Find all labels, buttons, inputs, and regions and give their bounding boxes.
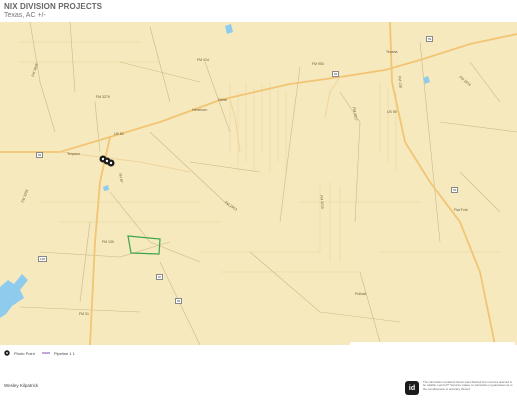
legend-item-photo-point: Photo Point — [4, 350, 35, 356]
place-label-deber: Deber — [218, 98, 228, 102]
road-label: US 84 — [114, 132, 124, 136]
road-label: FM 3279 — [96, 95, 110, 99]
highway-shield: 84 — [36, 152, 44, 158]
highway-shield: 87 — [156, 274, 164, 280]
place-label-tenaha: Tenaha — [386, 50, 398, 54]
footer-disclaimer: id The information contained herein was … — [405, 380, 513, 399]
map-title: NIX DIVISION PROJECTS — [4, 2, 103, 11]
road-label: US 59 — [387, 110, 397, 114]
legend-label: Pipeline 1 1 — [54, 350, 75, 356]
map-canvas[interactable]: Tenaha Deber Hebehurn Tenpson Flat Fork … — [0, 22, 517, 345]
photo-point-icon — [4, 350, 10, 356]
place-label-hebehurn: Hebehurn — [192, 108, 208, 112]
road-label: FM 414 — [197, 58, 209, 62]
place-label-tenpson: Tenpson — [67, 152, 81, 156]
road-label: FM 139 — [102, 240, 114, 244]
highway-shield: 138 — [38, 256, 48, 262]
road-label: FM 953 — [312, 62, 324, 66]
pipeline-line-icon — [42, 352, 50, 354]
photo-point-markers[interactable] — [98, 154, 118, 168]
map-subtitle: Texas, AC +/- — [4, 12, 46, 19]
road-label: FM 31 — [79, 312, 89, 316]
author-name: Wesley Kilpatrick — [4, 383, 39, 388]
highway-shield: 96 — [175, 298, 183, 304]
disclaimer-text: The information contained herein was obt… — [423, 380, 513, 391]
basemap-svg — [0, 22, 517, 345]
place-label-flat-fork: Flat Fork — [454, 208, 468, 212]
scale-bar: 0 5000 10000 15000 20000ft — [350, 342, 515, 345]
legend-item-pipeline: Pipeline 1 1 — [42, 350, 75, 356]
legend-label: Photo Point — [14, 350, 35, 356]
highway-shield: 59 — [451, 187, 459, 193]
place-label-pollock: Pollock — [355, 292, 367, 296]
highway-shield: 59 — [426, 36, 434, 42]
land-id-logo: id — [405, 381, 419, 395]
highway-shield: 84 — [332, 71, 340, 77]
